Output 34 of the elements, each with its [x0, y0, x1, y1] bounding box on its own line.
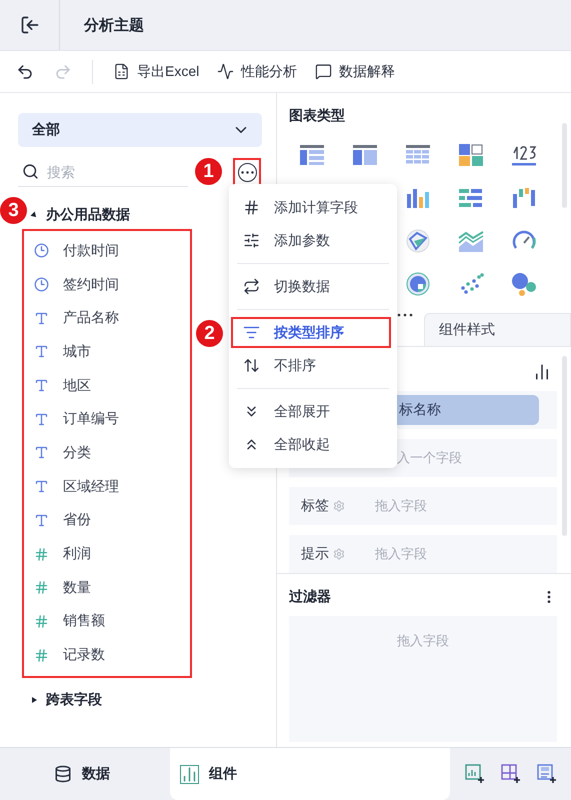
step-badge: 1 [195, 158, 222, 185]
field-item[interactable]: 记录数 [24, 638, 190, 672]
field-item[interactable]: 省份 [24, 504, 190, 538]
field-item[interactable]: 付款时间 [24, 234, 190, 268]
toolbar-button[interactable]: 数据解释 [315, 62, 396, 80]
field-item[interactable]: 销售额 [24, 604, 190, 638]
field-item[interactable]: 利润 [24, 537, 190, 571]
menu-item[interactable]: 按类型排序 [231, 317, 391, 348]
bottom-tab[interactable]: 组件 [170, 748, 450, 800]
step-badge: 3 [0, 197, 27, 224]
bottom-tab[interactable]: 数据 [0, 748, 170, 800]
scope-dropdown[interactable]: 全部 [18, 113, 262, 147]
page-title: 分析主题 [84, 16, 144, 34]
search-field[interactable]: 搜索 [18, 157, 188, 187]
step-badge: 2 [196, 320, 223, 347]
field-pill[interactable]: 标名称 [395, 395, 539, 425]
tree-group[interactable]: 办公用品数据 [30, 201, 130, 229]
drop-zone[interactable]: 提示 拖入字段 [289, 535, 557, 573]
section-title: 过滤器 [289, 588, 331, 606]
section-title: 图表类型 [289, 107, 346, 125]
drop-zone[interactable]: 标签 拖入字段 [289, 487, 557, 525]
field-item[interactable]: 地区 [24, 368, 190, 402]
toolbar-button[interactable]: 性能分析 [217, 62, 298, 80]
search-input[interactable]: 搜索 [47, 164, 167, 180]
tree-group[interactable]: 跨表字段 [30, 686, 102, 714]
field-item[interactable]: 订单编号 [24, 402, 190, 436]
field-item[interactable]: 数量 [24, 570, 190, 605]
panel-tab[interactable]: 组件样式 [424, 313, 571, 346]
field-item[interactable]: 产品名称 [24, 301, 190, 336]
field-item[interactable]: 签约时间 [24, 268, 190, 302]
field-item[interactable]: 城市 [24, 335, 190, 369]
field-item[interactable]: 分类 [24, 436, 190, 470]
field-item[interactable]: 区域经理 [24, 470, 190, 504]
toolbar-button[interactable]: 导出Excel [113, 62, 200, 80]
